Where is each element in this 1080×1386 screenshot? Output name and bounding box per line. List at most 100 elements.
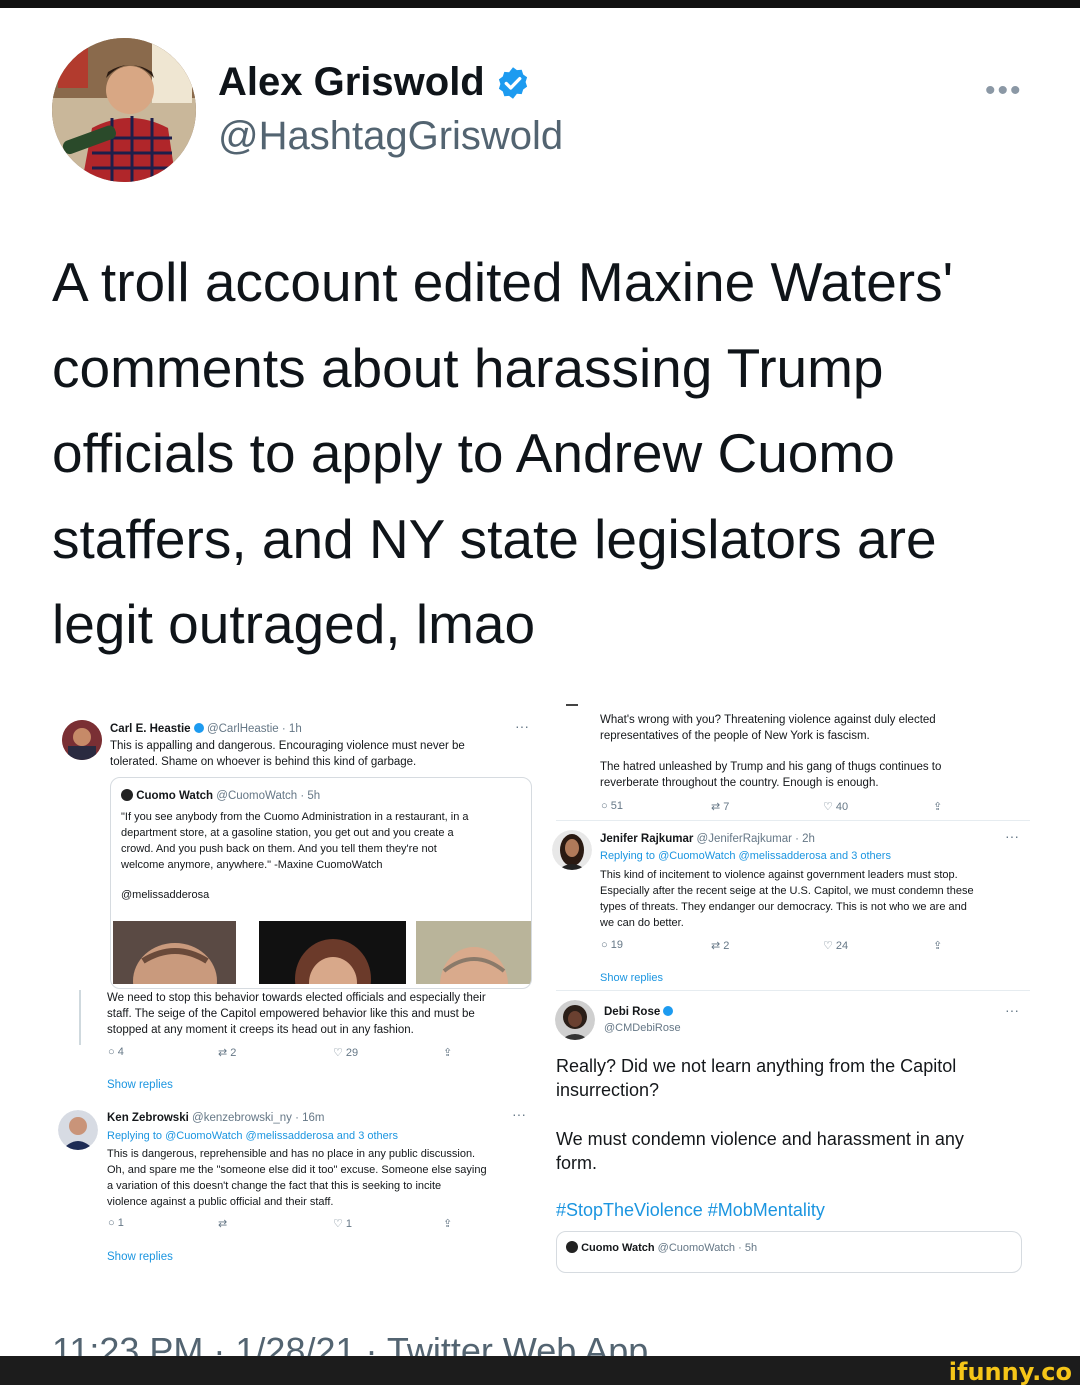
- quote-text: "If you see anybody from the Cuomo Admin…: [121, 809, 469, 873]
- reply-line: staff. The seige of the Capitol empowere…: [107, 1008, 475, 1020]
- quote-photo-3[interactable]: [416, 921, 531, 984]
- jenifer-actions: ○ 19 ⇄ 2 ♡ 24 ⇪: [601, 939, 942, 952]
- quote-header: Cuomo Watch @CuomoWatch · 5h: [121, 789, 320, 802]
- verified-small-icon: [663, 1006, 674, 1016]
- retweet-icon[interactable]: ⇄ 2: [218, 1046, 333, 1059]
- cuomo-watch-avatar[interactable]: [121, 789, 133, 801]
- retweet-icon[interactable]: ⇄ 7: [711, 800, 823, 813]
- like-count: 24: [835, 940, 849, 952]
- jenifer-line: types of threats. They endanger our demo…: [600, 901, 967, 913]
- author-handle[interactable]: @HashtagGriswold: [218, 114, 563, 159]
- like-icon[interactable]: ♡ 29: [333, 1046, 443, 1059]
- author-name[interactable]: Alex Griswold: [218, 60, 531, 105]
- embedded-screenshot: Carl E. Heastie @CarlHeastie · 1h ··· Th…: [0, 690, 1080, 1273]
- jenifer-header: Jenifer Rajkumar @JeniferRajkumar · 2h: [600, 833, 815, 845]
- quote-small-name[interactable]: Cuomo Watch: [581, 1242, 655, 1254]
- jenifer-avatar[interactable]: [552, 830, 592, 870]
- reply-count: 19: [610, 939, 623, 951]
- thread-dash: [566, 704, 578, 706]
- ken-line: violence against a public official and t…: [107, 1196, 334, 1208]
- top-line: reverberate throughout the country. Enou…: [600, 777, 879, 789]
- quote-mention[interactable]: @melissadderosa: [121, 889, 209, 901]
- top-actions: ○ 51 ⇄ 7 ♡ 40 ⇪: [601, 800, 942, 813]
- jenifer-line: This kind of incitement to violence agai…: [600, 869, 958, 881]
- share-icon[interactable]: ⇪: [933, 939, 942, 952]
- watermark-bar: [0, 1356, 1080, 1385]
- show-replies-link[interactable]: Show replies: [600, 972, 663, 984]
- debi-header: Debi Rose: [604, 1006, 674, 1018]
- ken-more-icon[interactable]: ···: [512, 1106, 526, 1122]
- carl-avatar[interactable]: [62, 720, 102, 760]
- retweet-icon[interactable]: ⇄: [218, 1217, 333, 1230]
- quoted-tweet[interactable]: Cuomo Watch @CuomoWatch · 5h "If you see…: [110, 777, 532, 989]
- ken-actions: ○ 1 ⇄ ♡ 1 ⇪: [108, 1217, 452, 1230]
- share-icon[interactable]: ⇪: [443, 1217, 452, 1230]
- carl-handle[interactable]: @CarlHeastie · 1h: [207, 723, 302, 735]
- top-line: representatives of the people of New Yor…: [600, 730, 870, 742]
- jenifer-name[interactable]: Jenifer Rajkumar: [600, 833, 693, 845]
- quote-line: welcome anymore, anywhere." -Maxine Cuom…: [121, 859, 383, 871]
- reply-icon[interactable]: ○ 19: [601, 939, 711, 952]
- verified-badge-icon: [495, 65, 531, 101]
- ken-line: Oh, and spare me the "someone else did i…: [107, 1164, 487, 1176]
- reply-count: 51: [610, 800, 623, 812]
- debi-more-icon[interactable]: ···: [1005, 1002, 1019, 1018]
- jenifer-handle[interactable]: @JeniferRajkumar · 2h: [697, 833, 815, 845]
- debi-avatar[interactable]: [555, 1000, 595, 1040]
- quote-small-handle[interactable]: @CuomoWatch · 5h: [658, 1242, 757, 1254]
- carl-name[interactable]: Carl E. Heastie: [110, 723, 191, 735]
- ifunny-watermark: ifunny.co: [948, 1358, 1072, 1386]
- top-reply-text: What's wrong with you? Threatening viole…: [600, 712, 941, 791]
- quote-photo-2[interactable]: [259, 921, 406, 984]
- verified-small-icon: [193, 723, 204, 733]
- jenifer-replying-to[interactable]: Replying to @CuomoWatch @melissadderosa …: [600, 850, 891, 862]
- reply-count: 4: [117, 1046, 124, 1058]
- debi-quoted-tweet[interactable]: Cuomo Watch @CuomoWatch · 5h: [556, 1231, 1022, 1273]
- jenifer-line: we can do better.: [600, 917, 684, 929]
- retweet-icon[interactable]: ⇄ 2: [711, 939, 823, 952]
- show-replies-link[interactable]: Show replies: [107, 1251, 173, 1263]
- ken-line: This is dangerous, reprehensible and has…: [107, 1148, 476, 1160]
- divider: [556, 820, 1030, 821]
- top-line: The hatred unleashed by Trump and his ga…: [600, 761, 942, 773]
- profile-avatar[interactable]: [52, 38, 196, 182]
- like-icon[interactable]: ♡ 1: [333, 1217, 443, 1230]
- debi-name[interactable]: Debi Rose: [604, 1006, 660, 1018]
- ken-replying-to[interactable]: Replying to @CuomoWatch @melissadderosa …: [107, 1130, 398, 1142]
- like-icon[interactable]: ♡ 24: [823, 939, 933, 952]
- author-name-text[interactable]: Alex Griswold: [218, 60, 485, 105]
- tweet-text: A troll account edited Maxine Waters' co…: [52, 251, 954, 655]
- share-icon[interactable]: ⇪: [933, 800, 942, 813]
- ken-text: This is dangerous, reprehensible and has…: [107, 1146, 487, 1210]
- quote-line: crowd. And you push back on them. And yo…: [121, 843, 437, 855]
- thread-line: [79, 990, 81, 1045]
- jenifer-more-icon[interactable]: ···: [1005, 828, 1019, 844]
- ken-handle[interactable]: @kenzebrowski_ny · 16m: [192, 1112, 324, 1124]
- share-icon[interactable]: ⇪: [443, 1046, 452, 1059]
- ken-name[interactable]: Ken Zebrowski: [107, 1112, 189, 1124]
- ken-avatar[interactable]: [58, 1110, 98, 1150]
- like-icon[interactable]: ♡ 40: [823, 800, 933, 813]
- debi-handle[interactable]: @CMDebiRose: [604, 1022, 681, 1034]
- like-count: 40: [835, 801, 849, 813]
- debi-hashtags[interactable]: #StopTheViolence #MobMentality: [556, 1200, 825, 1221]
- reply-icon[interactable]: ○ 51: [601, 800, 711, 813]
- quote-name[interactable]: Cuomo Watch: [136, 790, 213, 802]
- top-border: [0, 0, 1080, 8]
- quote-line: "If you see anybody from the Cuomo Admin…: [121, 811, 469, 823]
- more-options-icon[interactable]: •••: [985, 74, 1023, 108]
- reply-icon[interactable]: ○ 4: [108, 1046, 218, 1059]
- show-replies-link[interactable]: Show replies: [107, 1079, 173, 1091]
- reply-icon[interactable]: ○ 1: [108, 1217, 218, 1230]
- cuomo-watch-avatar[interactable]: [566, 1241, 578, 1253]
- carl-text-line1: This is appalling and dangerous. Encoura…: [110, 740, 465, 752]
- quote-photo-1[interactable]: [113, 921, 236, 984]
- carl-more-icon[interactable]: ···: [515, 718, 529, 734]
- jenifer-text: This kind of incitement to violence agai…: [600, 867, 974, 931]
- carl-reply-text: We need to stop this behavior towards el…: [107, 990, 486, 1038]
- jenifer-line: Especially after the recent seige at the…: [600, 885, 974, 897]
- reply-count: 1: [117, 1217, 124, 1229]
- ken-line: a variation of this doesn't change the f…: [107, 1180, 442, 1192]
- quote-line: department store, at a gasoline station,…: [121, 827, 454, 839]
- quote-handle[interactable]: @CuomoWatch · 5h: [216, 790, 320, 802]
